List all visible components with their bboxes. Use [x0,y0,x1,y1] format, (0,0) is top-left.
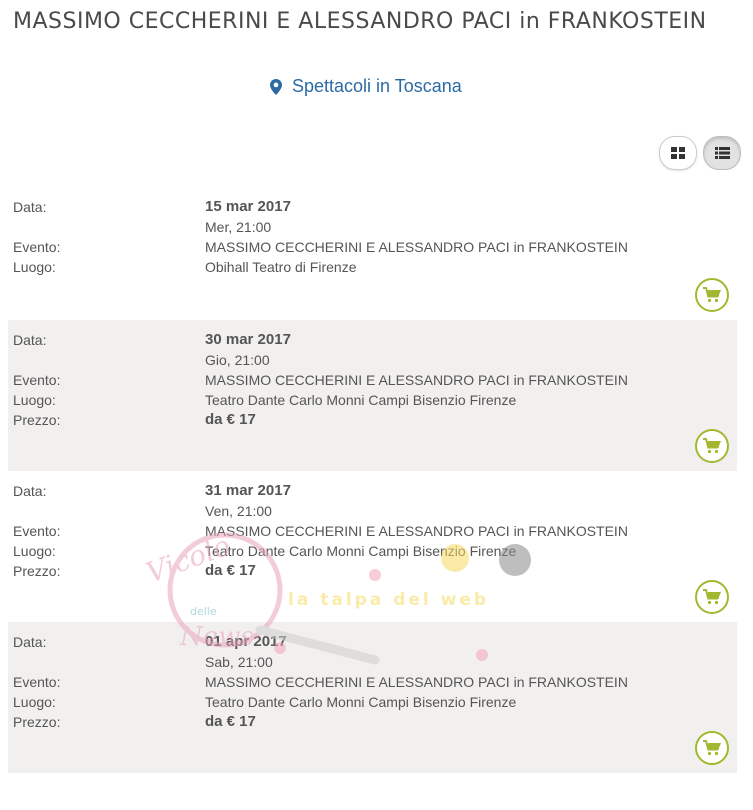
shopping-cart-icon [703,438,721,454]
date-label: Data: [13,199,47,215]
event-label: Evento: [13,239,61,255]
date-label: Data: [13,634,47,650]
venue-label: Luogo: [13,259,56,275]
price-label: Prezzo: [13,563,61,579]
event-name: MASSIMO CECCHERINI E ALESSANDRO PACI in … [205,239,628,255]
event-date: 01 apr 2017 [205,633,287,650]
location-link[interactable]: Spettacoli in Toscana [270,76,462,97]
event-label: Evento: [13,372,61,388]
event-date: 31 mar 2017 [205,482,291,499]
price-label: Prezzo: [13,714,61,730]
date-label: Data: [13,483,47,499]
date-label: Data: [13,332,47,348]
list-view-button[interactable] [703,136,741,170]
venue-label: Luogo: [13,694,56,710]
event-venue: Teatro Dante Carlo Monni Campi Bisenzio … [205,543,517,559]
event-name: MASSIMO CECCHERINI E ALESSANDRO PACI in … [205,674,628,690]
grid-view-button[interactable] [659,136,697,170]
venue-label: Luogo: [13,392,56,408]
price-label: Prezzo: [13,412,61,428]
grid-view-icon [671,147,685,159]
event-price: da € 17 [205,713,256,730]
event-item: Data: 31 mar 2017 Ven, 21:00 Evento: MASSI… [8,471,737,622]
event-venue: Teatro Dante Carlo Monni Campi Bisenzio … [205,694,517,710]
event-name: MASSIMO CECCHERINI E ALESSANDRO PACI in … [205,372,628,388]
event-date: 15 mar 2017 [205,198,291,215]
event-item: Data: 30 mar 2017 Gio, 21:00 Evento: MASSI… [8,320,737,471]
event-item: Data: 15 mar 2017 Mer, 21:00 Evento: MASSI… [8,187,737,320]
event-date: 30 mar 2017 [205,331,291,348]
event-venue: Teatro Dante Carlo Monni Campi Bisenzio … [205,392,517,408]
event-venue: Obihall Teatro di Firenze [205,259,357,275]
venue-label: Luogo: [13,543,56,559]
shopping-cart-icon [703,589,721,605]
event-time: Ven, 21:00 [205,503,272,519]
event-list: Data: 15 mar 2017 Mer, 21:00 Evento: MASSI… [8,187,737,773]
list-view-icon [714,147,730,159]
buy-ticket-button[interactable] [695,731,729,765]
buy-ticket-button[interactable] [695,278,729,312]
shopping-cart-icon [703,740,721,756]
shopping-cart-icon [703,287,721,303]
event-price: da € 17 [205,562,256,579]
buy-ticket-button[interactable] [695,429,729,463]
page-title: MASSIMO CECCHERINI E ALESSANDRO PACI in … [13,9,707,34]
view-toggle [659,136,741,170]
event-time: Gio, 21:00 [205,352,270,368]
event-name: MASSIMO CECCHERINI E ALESSANDRO PACI in … [205,523,628,539]
location-link-label: Spettacoli in Toscana [292,76,462,96]
event-item: Data: 01 apr 2017 Sab, 21:00 Evento: MASSI… [8,622,737,773]
event-label: Evento: [13,674,61,690]
event-time: Mer, 21:00 [205,219,272,235]
event-price: da € 17 [205,411,256,428]
buy-ticket-button[interactable] [695,580,729,614]
event-time: Sab, 21:00 [205,654,273,670]
event-label: Evento: [13,523,61,539]
map-marker-icon [270,78,282,95]
